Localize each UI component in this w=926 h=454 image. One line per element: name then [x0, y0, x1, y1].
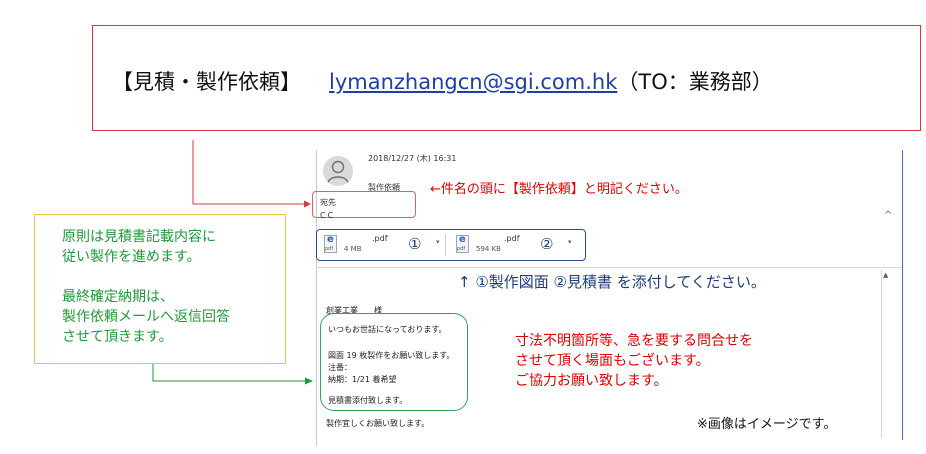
arrowhead: [305, 377, 313, 385]
arrowhead: [304, 200, 311, 208]
callout-to-body-arrow: [152, 364, 306, 382]
connector-arrows: [152, 140, 313, 385]
banner-to-recipient-arrow: [192, 140, 306, 205]
